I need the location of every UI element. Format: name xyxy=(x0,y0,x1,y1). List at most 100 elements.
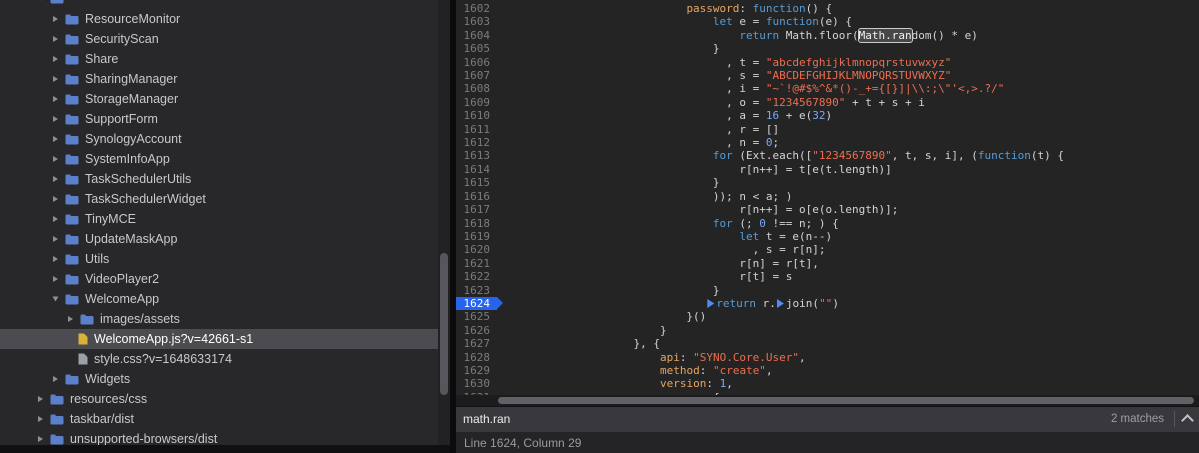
code-line[interactable]: )); n < a; ) xyxy=(501,190,1199,203)
tree-item-synologyaccount[interactable]: SynologyAccount xyxy=(0,129,438,149)
tree-item-partial[interactable] xyxy=(0,0,438,8)
tree-item-sharingmanager[interactable]: SharingManager xyxy=(0,69,438,89)
line-number[interactable]: 1629 xyxy=(456,364,497,377)
chevron-right-icon[interactable] xyxy=(49,33,62,46)
code-editor[interactable]: 1602160316041605160616071608160916101611… xyxy=(456,0,1199,406)
code-line[interactable]: for (Ext.each(["1234567890", t, s, i], (… xyxy=(501,149,1199,162)
chevron-right-icon[interactable] xyxy=(49,93,62,106)
code-line[interactable]: , n = 0; xyxy=(501,136,1199,149)
code-line[interactable]: version: 1, xyxy=(501,377,1199,390)
code-line[interactable]: let e = function(e) { xyxy=(501,15,1199,28)
code-line[interactable]: return r.join("") xyxy=(501,297,1199,310)
line-number[interactable]: 1613 xyxy=(456,149,497,162)
line-number[interactable]: 1605 xyxy=(456,42,497,55)
chevron-right-icon[interactable] xyxy=(49,53,62,66)
code-line[interactable]: r[n++] = o[e(o.length)]; xyxy=(501,203,1199,216)
line-number[interactable]: 1602 xyxy=(456,2,497,15)
line-number[interactable]: 1621 xyxy=(456,257,497,270)
chevron-right-icon[interactable] xyxy=(64,313,77,326)
code-line[interactable]: , t = "abcdefghijklmnopqrstuvwxyz" xyxy=(501,56,1199,69)
tree-item-unsupported-browsers-dist[interactable]: unsupported-browsers/dist xyxy=(0,429,438,445)
chevron-right-icon[interactable] xyxy=(49,13,62,26)
line-number[interactable]: 1610 xyxy=(456,109,497,122)
line-number[interactable]: 1603 xyxy=(456,15,497,28)
tree-item-images-assets[interactable]: images/assets xyxy=(0,309,438,329)
code-line[interactable]: }, { xyxy=(501,337,1199,350)
code-line[interactable]: , a = 16 + e(32) xyxy=(501,109,1199,122)
code-line[interactable]: , s = r[n]; xyxy=(501,243,1199,256)
line-number[interactable]: 1609 xyxy=(456,96,497,109)
code-line[interactable]: api: "SYNO.Core.User", xyxy=(501,351,1199,364)
line-number[interactable]: 1616 xyxy=(456,190,497,203)
horizontal-scrollbar-thumb[interactable] xyxy=(498,397,1194,404)
chevron-right-icon[interactable] xyxy=(49,273,62,286)
tree-item-taskschedulerwidget[interactable]: TaskSchedulerWidget xyxy=(0,189,438,209)
line-number[interactable]: 1624 xyxy=(456,297,497,310)
code-line[interactable]: let t = e(n--) xyxy=(501,230,1199,243)
chevron-down-icon[interactable] xyxy=(49,293,62,306)
chevron-right-icon[interactable] xyxy=(34,433,47,446)
line-number[interactable]: 1625 xyxy=(456,310,497,323)
tree-item-resources-css[interactable]: resources/css xyxy=(0,389,438,409)
file-tree[interactable]: ResourceMonitorSecurityScanShareSharingM… xyxy=(0,0,438,445)
find-input[interactable]: math.ran xyxy=(456,407,1101,431)
code-line[interactable]: r[n] = r[t], xyxy=(501,257,1199,270)
code-line[interactable]: password: function() { xyxy=(501,2,1199,15)
line-number[interactable]: 1611 xyxy=(456,123,497,136)
chevron-right-icon[interactable] xyxy=(49,173,62,186)
tree-item-style-css-v-1648633174[interactable]: style.css?v=1648633174 xyxy=(0,349,438,369)
tree-scrollbar-thumb[interactable] xyxy=(440,253,448,395)
line-number[interactable]: 1617 xyxy=(456,203,497,216)
line-number[interactable]: 1615 xyxy=(456,176,497,189)
chevron-right-icon[interactable] xyxy=(49,213,62,226)
code-line[interactable]: } xyxy=(501,284,1199,297)
chevron-right-icon[interactable] xyxy=(49,193,62,206)
line-number[interactable]: 1620 xyxy=(456,243,497,256)
line-number[interactable]: 1604 xyxy=(456,29,497,42)
chevron-right-icon[interactable] xyxy=(49,113,62,126)
code-line[interactable]: method: "create", xyxy=(501,364,1199,377)
line-number[interactable]: 1630 xyxy=(456,377,497,390)
code-line[interactable]: , r = [] xyxy=(501,123,1199,136)
tree-item-welcomeapp[interactable]: WelcomeApp xyxy=(0,289,438,309)
tree-item-videoplayer2[interactable]: VideoPlayer2 xyxy=(0,269,438,289)
chevron-right-icon[interactable] xyxy=(49,133,62,146)
chevron-right-icon[interactable] xyxy=(49,233,62,246)
line-number[interactable]: 1623 xyxy=(456,284,497,297)
gutter[interactable]: 1602160316041605160616071608160916101611… xyxy=(456,2,497,404)
code-line[interactable]: , o = "1234567890" + t + s + i xyxy=(501,96,1199,109)
tree-item-supportform[interactable]: SupportForm xyxy=(0,109,438,129)
code-line[interactable]: , i = "~`!@#$%^&*()-_+={[}]|\\:;\"'<,>.?… xyxy=(501,82,1199,95)
code-line[interactable]: } xyxy=(501,324,1199,337)
tree-horizontal-scrollbar[interactable] xyxy=(0,445,450,453)
line-number[interactable]: 1608 xyxy=(456,82,497,95)
chevron-right-icon[interactable] xyxy=(49,153,62,166)
line-number[interactable]: 1612 xyxy=(456,136,497,149)
tree-item-taskbar-dist[interactable]: taskbar/dist xyxy=(0,409,438,429)
find-previous-button[interactable] xyxy=(1175,407,1199,431)
tree-item-taskschedulerutils[interactable]: TaskSchedulerUtils xyxy=(0,169,438,189)
code-lines[interactable]: password: function() { let e = function(… xyxy=(497,2,1199,404)
chevron-right-icon[interactable] xyxy=(34,393,47,406)
tree-item-systeminfoapp[interactable]: SystemInfoApp xyxy=(0,149,438,169)
code-line[interactable]: return Math.floor(Math.random() * e) xyxy=(501,29,1199,42)
chevron-right-icon[interactable] xyxy=(49,373,62,386)
line-number[interactable]: 1614 xyxy=(456,163,497,176)
code-line[interactable]: } xyxy=(501,42,1199,55)
tree-item-securityscan[interactable]: SecurityScan xyxy=(0,29,438,49)
line-number[interactable]: 1619 xyxy=(456,230,497,243)
tree-item-updatemaskapp[interactable]: UpdateMaskApp xyxy=(0,229,438,249)
tree-item-resourcemonitor[interactable]: ResourceMonitor xyxy=(0,9,438,29)
code-line[interactable]: r[n++] = t[e(t.length)] xyxy=(501,163,1199,176)
tree-item-share[interactable]: Share xyxy=(0,49,438,69)
chevron-right-icon[interactable] xyxy=(49,253,62,266)
line-number[interactable]: 1618 xyxy=(456,217,497,230)
line-number[interactable]: 1607 xyxy=(456,69,497,82)
line-number[interactable]: 1628 xyxy=(456,351,497,364)
tree-item-widgets[interactable]: Widgets xyxy=(0,369,438,389)
code-line[interactable]: r[t] = s xyxy=(501,270,1199,283)
line-number[interactable]: 1627 xyxy=(456,337,497,350)
code-line[interactable]: for (; 0 !== n; ) { xyxy=(501,217,1199,230)
line-number[interactable]: 1622 xyxy=(456,270,497,283)
line-number[interactable]: 1626 xyxy=(456,324,497,337)
